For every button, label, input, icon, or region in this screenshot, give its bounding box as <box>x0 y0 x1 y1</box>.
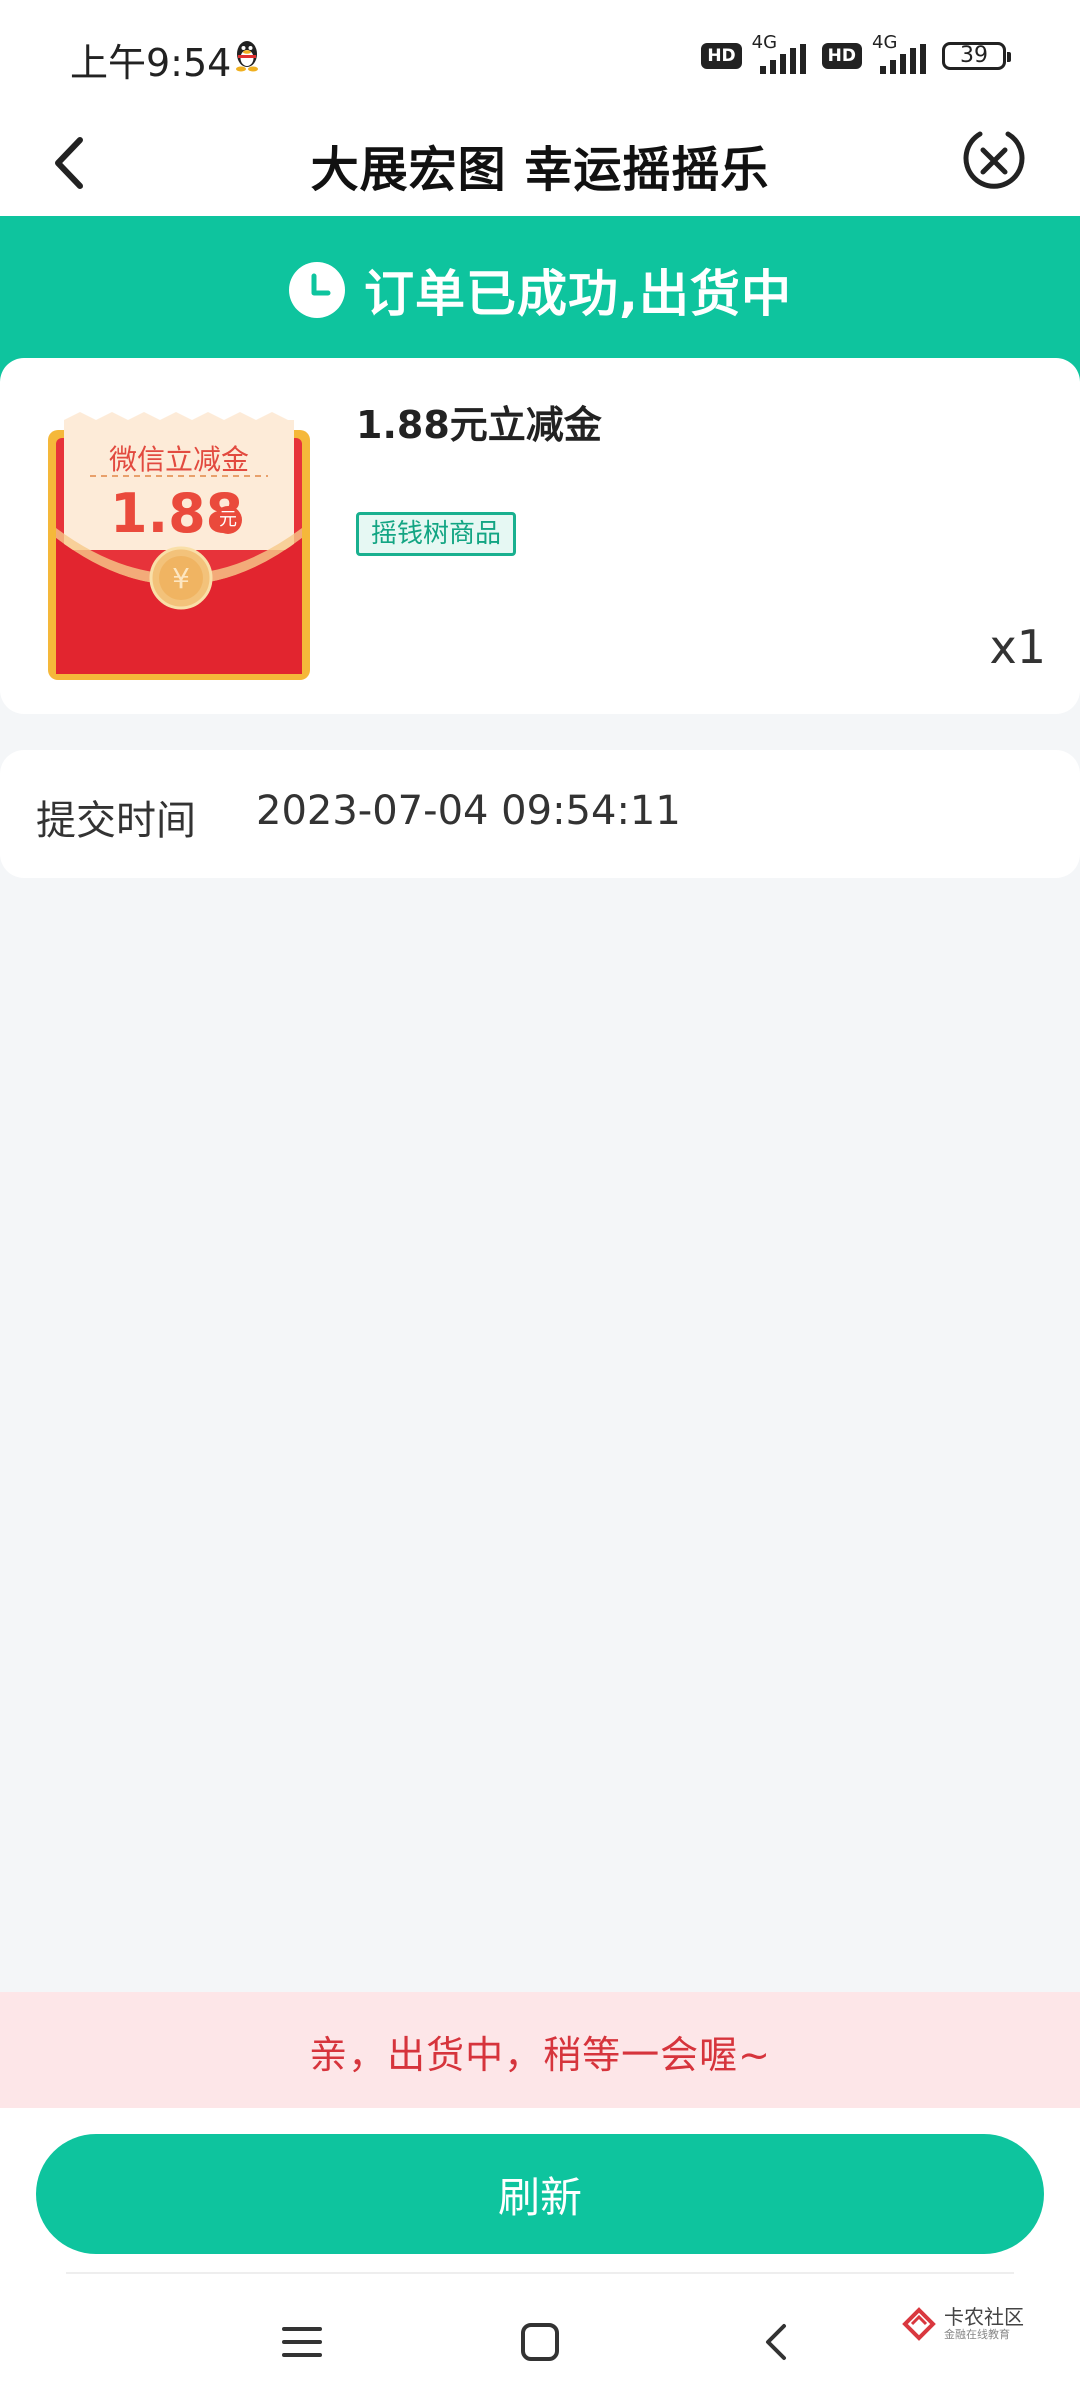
divider <box>66 2272 1014 2274</box>
status-bar: 上午9:54 HD 4G HD 4G 39 <box>0 0 1080 110</box>
order-status-text: 订单已成功,出货中 <box>364 265 792 323</box>
red-envelope-unit: 元 <box>214 506 242 534</box>
red-envelope-image: 微信立减金 1.88 元 ¥ <box>46 410 312 682</box>
order-info-card: 提交时间 2023-07-04 09:54:11 <box>0 750 1080 878</box>
hd-badge-2: HD <box>821 43 862 69</box>
waiting-notice-text: 亲，出货中，稍等一会喔~ <box>309 2033 771 2077</box>
svg-text:¥: ¥ <box>172 562 190 595</box>
battery-icon: 39 <box>942 42 1011 70</box>
product-card[interactable]: 微信立减金 1.88 元 ¥ 1.88元立减金 摇钱树商品 x1 <box>0 358 1080 714</box>
clock-icon <box>289 262 345 318</box>
back-nav-icon[interactable] <box>748 2312 808 2372</box>
home-icon[interactable] <box>510 2312 570 2372</box>
menu-icon[interactable] <box>272 2312 332 2372</box>
submit-time-label: 提交时间 <box>36 798 196 844</box>
product-tag: 摇钱树商品 <box>356 512 517 556</box>
watermark-subtitle: 金融在线教育 <box>944 2328 1010 2341</box>
product-name: 1.88元立减金 <box>356 403 602 447</box>
product-quantity: x1 <box>989 620 1047 674</box>
submit-time-value: 2023-07-04 09:54:11 <box>256 788 681 834</box>
status-time: 上午9:54 <box>70 41 232 85</box>
hd-badge: HD <box>701 43 742 69</box>
close-miniprogram-icon[interactable] <box>960 126 1028 194</box>
yuan-coin-icon: ¥ <box>149 546 213 610</box>
signal-icon-2: 4G <box>872 32 932 78</box>
status-indicators: HD 4G HD 4G 39 <box>701 32 1011 78</box>
waiting-notice: 亲，出货中，稍等一会喔~ <box>0 1992 1080 2108</box>
bottom-bar: 刷新 卡农社区 金融在线教育 <box>0 2108 1080 2400</box>
watermark-title: 卡农社区 <box>944 2305 1024 2329</box>
kanong-logo-icon <box>902 2307 936 2341</box>
watermark-logo: 卡农社区 金融在线教育 <box>902 2306 1024 2342</box>
red-envelope-label: 微信立减金 <box>108 443 249 476</box>
nav-bar: 大展宏图 幸运摇摇乐 <box>0 110 1080 216</box>
signal-icon: 4G <box>752 32 812 78</box>
qq-penguin-icon <box>236 41 258 72</box>
refresh-button[interactable]: 刷新 <box>36 2134 1044 2254</box>
page-title: 大展宏图 幸运摇摇乐 <box>310 142 770 198</box>
